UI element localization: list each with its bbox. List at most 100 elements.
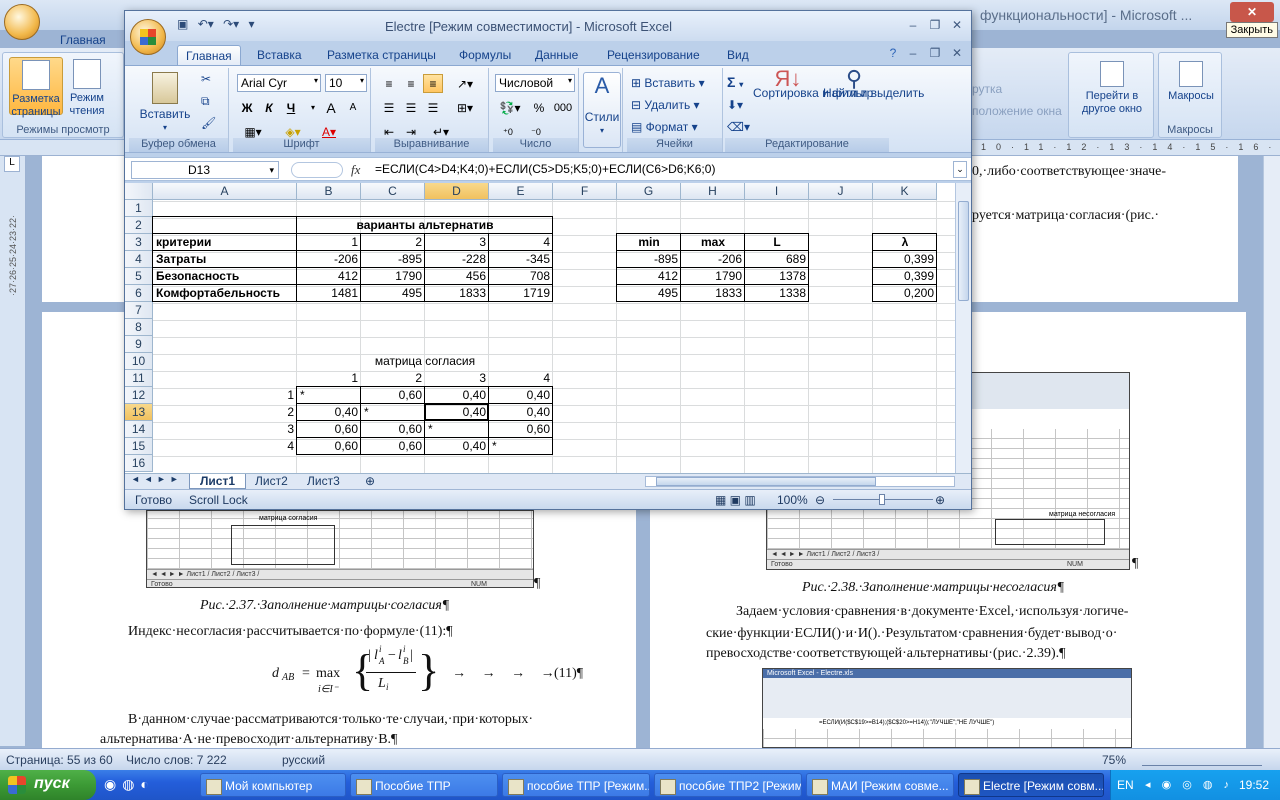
column-header-j[interactable]: J <box>809 183 873 200</box>
zoom-slider[interactable] <box>833 494 933 505</box>
word-close-button[interactable]: ✕ <box>1230 2 1274 22</box>
taskbar-item-posobie-tpr2[interactable]: пособие ТПР2 [Режим... <box>654 773 802 797</box>
horizontal-scrollbar[interactable] <box>645 476 955 487</box>
close-button[interactable]: ✕ <box>947 17 967 33</box>
row-header-4[interactable]: 4 <box>125 251 153 268</box>
sheet-nav-arrows[interactable]: ◄◄►► <box>131 474 183 484</box>
cell-b13[interactable]: 0,40 <box>297 404 361 421</box>
row-header-16[interactable]: 16 <box>125 455 153 472</box>
cell-d11[interactable]: 3 <box>425 370 489 387</box>
status-zoom[interactable]: 75% <box>1102 753 1126 767</box>
cell-a5[interactable]: Безопасность <box>153 268 297 285</box>
cell-c5[interactable]: 1790 <box>361 268 425 285</box>
align-right-icon[interactable]: ☰ <box>423 98 443 117</box>
view-buttons[interactable]: ▦ ▣ ▥ <box>715 493 756 507</box>
format-cells-button[interactable]: ▤ Формат ▾ <box>631 120 698 134</box>
column-header-k[interactable]: K <box>873 183 937 200</box>
thousands-button[interactable]: 000 <box>551 98 575 117</box>
cell-a12[interactable]: 1 <box>153 387 297 404</box>
cell-g5[interactable]: 412 <box>617 268 681 285</box>
tab-home[interactable]: Главная <box>177 45 241 65</box>
shrink-font-button[interactable]: A <box>343 98 363 117</box>
cell-d5[interactable]: 456 <box>425 268 489 285</box>
name-box[interactable]: D13 ▾ <box>131 161 279 179</box>
cell-g4[interactable]: -895 <box>617 251 681 268</box>
sheet-tab-3[interactable]: Лист3 <box>297 474 350 489</box>
formula-expand-handle[interactable] <box>291 162 343 178</box>
quick-launch-icons[interactable]: ◉◍◐ <box>104 776 155 793</box>
cell-k4[interactable]: 0,399 <box>873 251 937 268</box>
wb-close-button[interactable]: ✕ <box>947 45 967 61</box>
row-header-2[interactable]: 2 <box>125 217 153 234</box>
column-header-h[interactable]: H <box>681 183 745 200</box>
percent-button[interactable]: % <box>529 98 549 117</box>
page-layout-view-button[interactable]: Разметка страницы <box>9 57 63 118</box>
tab-view[interactable]: Вид <box>719 45 757 65</box>
autosum-button[interactable]: Σ ▾ <box>727 74 743 90</box>
cell-c12[interactable]: 0,60 <box>361 387 425 404</box>
wb-minimize-button[interactable]: – <box>903 45 923 61</box>
cell-a13[interactable]: 2 <box>153 404 297 421</box>
tab-page-layout[interactable]: Разметка страницы <box>319 45 444 65</box>
cut-icon[interactable]: ✂ <box>201 72 211 86</box>
word-tab-home[interactable]: Главная <box>60 33 106 47</box>
copy-icon[interactable]: ⧉ <box>201 94 210 109</box>
styles-button[interactable]: A Стили ▾ <box>583 72 621 148</box>
cell-k5[interactable]: 0,399 <box>873 268 937 285</box>
column-header-f[interactable]: F <box>553 183 617 200</box>
select-all-corner[interactable] <box>125 183 153 200</box>
row-header-7[interactable]: 7 <box>125 302 153 319</box>
currency-icon[interactable]: 💱▾ <box>495 98 525 117</box>
bold-button[interactable]: Ж <box>237 98 257 117</box>
number-format-select[interactable]: Числовой ▾ <box>495 74 575 92</box>
insert-sheet-icon[interactable]: ⊕ <box>355 474 385 489</box>
macros-button[interactable]: Макросы <box>1161 61 1221 111</box>
cell-i4[interactable]: 689 <box>745 251 809 268</box>
cell-c15[interactable]: 0,60 <box>361 438 425 455</box>
merge-center-icon[interactable]: ⊞▾ <box>447 98 483 117</box>
tab-review[interactable]: Рецензирование <box>599 45 708 65</box>
row-header-8[interactable]: 8 <box>125 319 153 336</box>
sheet-tab-2[interactable]: Лист2 <box>245 474 298 489</box>
cell-c10[interactable]: матрица согласия <box>297 353 553 370</box>
cell-a15[interactable]: 4 <box>153 438 297 455</box>
row-header-9[interactable]: 9 <box>125 336 153 353</box>
column-header-d[interactable]: D <box>425 183 489 200</box>
language-indicator[interactable]: EN <box>1117 778 1134 792</box>
cell-i3[interactable]: L <box>745 234 809 251</box>
reading-view-button[interactable]: Режим чтения <box>65 59 109 117</box>
row-header-1[interactable]: 1 <box>125 200 153 217</box>
cell-e5[interactable]: 708 <box>489 268 553 285</box>
cell-b12[interactable]: * <box>297 387 361 404</box>
taskbar-item-mai[interactable]: МАИ [Режим совме... <box>806 773 954 797</box>
cell-b14[interactable]: 0,60 <box>297 421 361 438</box>
cell-d6[interactable]: 1833 <box>425 285 489 302</box>
fill-icon[interactable]: ⬇▾ <box>727 98 743 112</box>
cell-e11[interactable]: 4 <box>489 370 553 387</box>
zoom-out-button[interactable]: ⊖ <box>815 493 825 507</box>
tab-selector[interactable]: L <box>4 156 20 172</box>
wb-restore-button[interactable]: ❐ <box>925 45 945 61</box>
cell-c6[interactable]: 495 <box>361 285 425 302</box>
taskbar-item-posobie-tpr[interactable]: пособие ТПР [Режим... <box>502 773 650 797</box>
cell-a6[interactable]: Комфортабельность <box>153 285 297 302</box>
zoom-in-button[interactable]: ⊕ <box>935 493 945 507</box>
cell-h4[interactable]: -206 <box>681 251 745 268</box>
tab-data[interactable]: Данные <box>527 45 586 65</box>
find-select-button[interactable]: ⚲ Найти и выделить <box>823 68 924 100</box>
grow-font-button[interactable]: A <box>321 98 341 117</box>
cell-b5[interactable]: 412 <box>297 268 361 285</box>
vertical-scrollbar[interactable] <box>955 183 971 473</box>
sheet-tab-1[interactable]: Лист1 <box>189 474 247 489</box>
spreadsheet-grid[interactable]: A B C D E F G H I J K 1 2 3 4 5 6 7 8 9 10 11 12 13 14 15 16 вариан… <box>125 183 971 473</box>
paste-button[interactable]: Вставить ▾ <box>139 72 191 134</box>
cell-c11[interactable]: 2 <box>361 370 425 387</box>
taskbar-item-electre[interactable]: Electre [Режим совм... <box>958 773 1104 797</box>
insert-cells-button[interactable]: ⊞ Вставить ▾ <box>631 76 705 90</box>
taskbar-item-posobie-folder[interactable]: Пособие ТПР <box>350 773 498 797</box>
cell-d15[interactable]: 0,40 <box>425 438 489 455</box>
switch-window-button[interactable]: Перейти в другое окно <box>1073 61 1151 123</box>
cell-e6[interactable]: 1719 <box>489 285 553 302</box>
formula-bar-expand-button[interactable]: ⌄ <box>953 161 967 178</box>
cell-i6[interactable]: 1338 <box>745 285 809 302</box>
